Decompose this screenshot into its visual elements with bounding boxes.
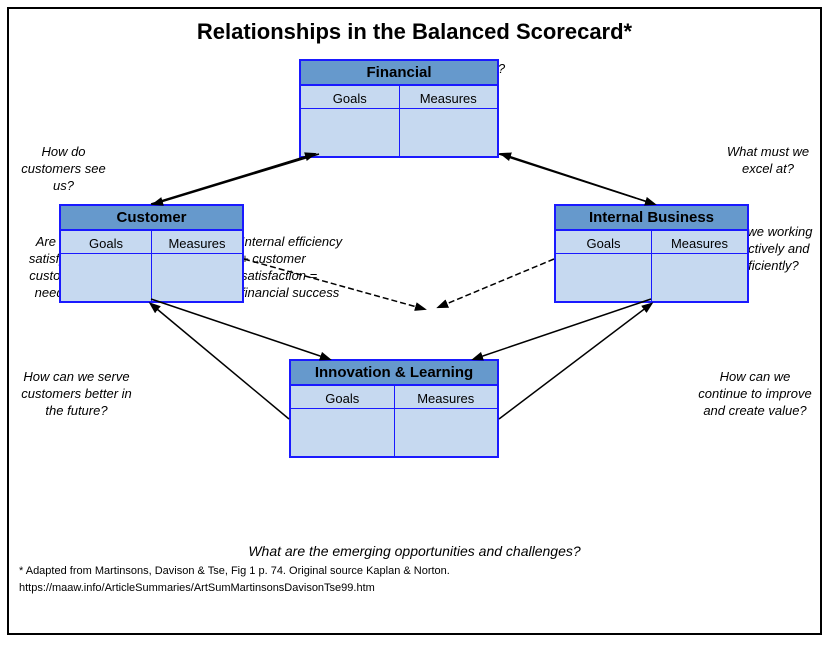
label-serve: How can we serve customers better in the… [14, 369, 139, 420]
footnote-line1: * Adapted from Martinsons, Davison & Tse… [19, 563, 810, 580]
financial-title: Financial [301, 61, 497, 86]
customer-goals-col: Goals [61, 231, 152, 301]
label-continue: How can we continue to improve and creat… [695, 369, 815, 420]
customer-title: Customer [61, 206, 242, 231]
financial-goals-header: Goals [301, 89, 399, 109]
internal-title: Internal Business [556, 206, 747, 231]
financial-box: Financial Goals Measures [299, 59, 499, 158]
internal-measures-header: Measures [652, 234, 747, 254]
label-bottom: What are the emerging opportunities and … [9, 543, 820, 559]
innovation-box: Innovation & Learning Goals Measures [289, 359, 499, 458]
customer-box: Customer Goals Measures [59, 204, 244, 303]
customer-goals-header: Goals [61, 234, 151, 254]
innovation-goals-col: Goals [291, 386, 395, 456]
label-excel: What must we excel at? [718, 144, 818, 178]
innovation-title: Innovation & Learning [291, 361, 497, 386]
main-container: Relationships in the Balanced Scorecard*… [7, 7, 822, 635]
financial-measures-col: Measures [400, 86, 498, 156]
financial-goals-col: Goals [301, 86, 400, 156]
internal-goals-header: Goals [556, 234, 651, 254]
internal-box: Internal Business Goals Measures [554, 204, 749, 303]
page-title: Relationships in the Balanced Scorecard* [9, 9, 820, 49]
customer-measures-header: Measures [152, 234, 242, 254]
label-customers-see: How do customers see us? [11, 144, 116, 195]
footnote-line2: https://maaw.info/ArticleSummaries/ArtSu… [19, 580, 810, 597]
footnote: * Adapted from Martinsons, Davison & Tse… [9, 559, 820, 600]
innovation-measures-col: Measures [395, 386, 498, 456]
internal-goals-col: Goals [556, 231, 652, 301]
customer-measures-col: Measures [152, 231, 242, 301]
financial-measures-header: Measures [400, 89, 498, 109]
label-center: Internal efficiency + customer satisfact… [241, 234, 426, 302]
internal-measures-col: Measures [652, 231, 747, 301]
innovation-goals-header: Goals [291, 389, 394, 409]
innovation-measures-header: Measures [395, 389, 498, 409]
diagram-area: How do we look to shareholders? How do c… [9, 49, 820, 539]
